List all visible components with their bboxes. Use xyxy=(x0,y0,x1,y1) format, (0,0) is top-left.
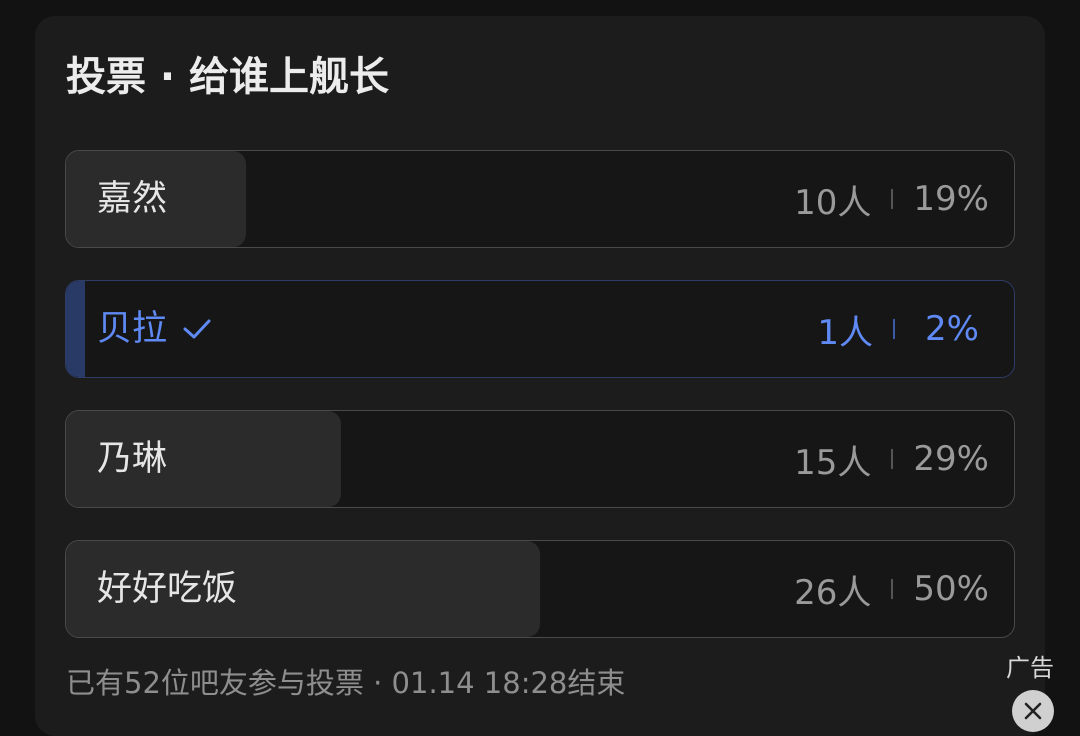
vote-share-bar xyxy=(66,281,85,377)
vote-count: 26人 xyxy=(794,572,872,613)
stats-divider xyxy=(893,319,896,339)
ad-label: 广告 xyxy=(1006,654,1054,682)
stats-divider xyxy=(891,579,894,599)
vote-percent: 50% xyxy=(913,569,989,609)
option-label: 好好吃饭 xyxy=(97,569,238,609)
poll-option-jiaran[interactable]: 嘉然 10人 19% xyxy=(65,150,1015,248)
poll-footer: 已有52位吧友参与投票 · 01.14 18:28结束 xyxy=(66,666,626,700)
close-ad-button[interactable] xyxy=(1012,690,1054,732)
vote-count: 10人 xyxy=(794,182,872,223)
vote-count: 15人 xyxy=(794,442,872,483)
option-label: 贝拉 xyxy=(97,309,168,349)
stats-divider xyxy=(891,189,894,209)
poll-title: 投票 · 给谁上舰长 xyxy=(66,54,390,100)
poll-option-beila[interactable]: 贝拉 1人 2% xyxy=(65,280,1015,378)
option-label: 嘉然 xyxy=(97,179,168,219)
vote-percent: 19% xyxy=(913,179,989,219)
check-icon xyxy=(183,319,211,339)
poll-option-nailin[interactable]: 乃琳 15人 29% xyxy=(65,410,1015,508)
close-icon xyxy=(1024,702,1042,720)
vote-count: 1人 xyxy=(817,312,874,353)
option-label: 乃琳 xyxy=(97,439,168,479)
poll-option-haohaochifan[interactable]: 好好吃饭 26人 50% xyxy=(65,540,1015,638)
vote-percent: 2% xyxy=(925,309,979,349)
vote-percent: 29% xyxy=(913,439,989,479)
stats-divider xyxy=(891,449,894,469)
